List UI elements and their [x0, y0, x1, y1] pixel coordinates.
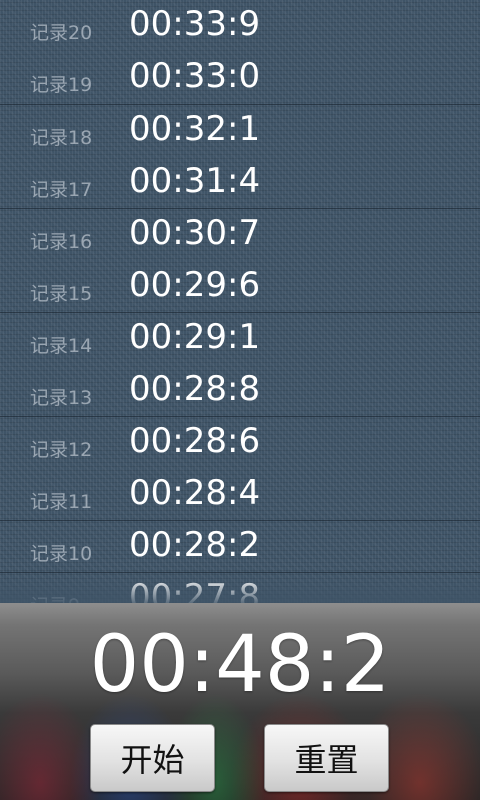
elapsed-time-display: 00:48:2 — [89, 620, 391, 710]
lap-time: 00:28:2 — [129, 525, 261, 565]
lap-row: 记录15 00:29:6 — [0, 261, 480, 313]
lap-time: 00:29:6 — [129, 265, 261, 305]
lap-label: 记录15 — [30, 283, 93, 305]
lap-label: 记录14 — [30, 335, 93, 357]
lap-row: 记录17 00:31:4 — [0, 157, 480, 209]
lap-time: 00:33:0 — [129, 56, 261, 96]
lap-row: 记录18 00:32:1 — [0, 105, 480, 157]
lap-label: 记录12 — [30, 439, 93, 461]
stopwatch-app: 记录20 00:33:9 记录19 00:33:0 记录18 00:32:1 记… — [0, 0, 480, 800]
lap-time: 00:32:1 — [129, 109, 261, 149]
lap-label: 记录18 — [30, 127, 93, 149]
lap-label: 记录10 — [30, 543, 93, 565]
lap-time: 00:31:4 — [129, 161, 261, 201]
lap-row: 记录14 00:29:1 — [0, 313, 480, 365]
lap-list[interactable]: 记录20 00:33:9 记录19 00:33:0 记录18 00:32:1 记… — [0, 0, 480, 603]
reset-button[interactable]: 重置 — [264, 724, 389, 792]
lap-time: 00:28:4 — [129, 473, 261, 513]
lap-row: 记录11 00:28:4 — [0, 469, 480, 521]
start-button[interactable]: 开始 — [90, 724, 215, 792]
lap-row: 记录16 00:30:7 — [0, 209, 480, 261]
lap-label: 记录9 — [30, 591, 120, 603]
lap-row: 记录9 00:27:8 — [0, 573, 480, 603]
lap-time: 00:28:6 — [129, 421, 261, 461]
lap-time: 00:27:8 — [129, 577, 261, 603]
lap-label: 记录11 — [30, 491, 93, 513]
lap-label: 记录19 — [30, 74, 93, 96]
lap-time: 00:29:1 — [129, 317, 261, 357]
lap-label: 记录16 — [30, 231, 93, 253]
lap-label: 记录17 — [30, 179, 93, 201]
lap-label: 记录13 — [30, 387, 93, 409]
lap-row: 记录10 00:28:2 — [0, 521, 480, 573]
lap-row: 记录20 00:33:9 — [0, 0, 480, 52]
lap-time: 00:28:8 — [129, 369, 261, 409]
lap-row: 记录19 00:33:0 — [0, 52, 480, 104]
lap-label: 记录20 — [30, 22, 93, 44]
control-panel: 00:48:2 开始 重置 — [0, 603, 480, 800]
lap-time: 00:30:7 — [129, 213, 261, 253]
lap-time: 00:33:9 — [129, 4, 261, 44]
lap-row: 记录13 00:28:8 — [0, 365, 480, 417]
lap-row: 记录12 00:28:6 — [0, 417, 480, 469]
